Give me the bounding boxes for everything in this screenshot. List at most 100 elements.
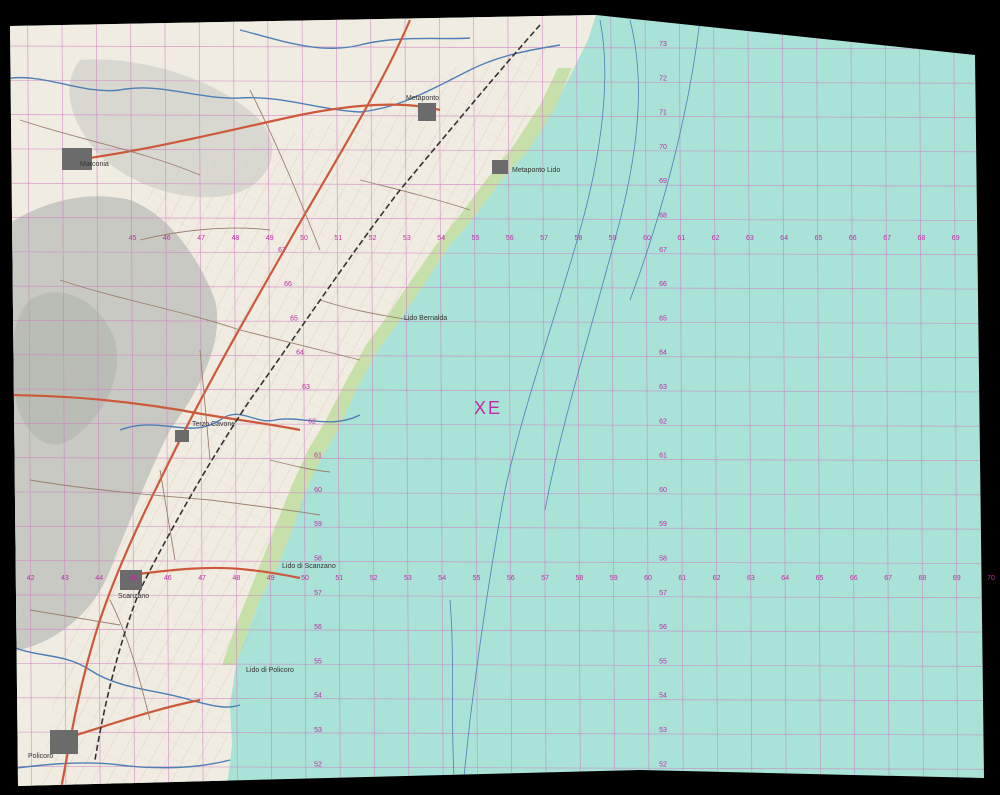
grid-label-easting-lower: 47 xyxy=(198,575,206,582)
grid-label-easting-upper: 61 xyxy=(677,235,685,242)
grid-label-easting-lower: 43 xyxy=(61,575,69,582)
grid-label-easting-upper: 67 xyxy=(883,235,891,242)
town-block-policoro xyxy=(50,730,78,754)
grid-label-easting-lower: 65 xyxy=(816,575,824,582)
grid-label-easting-lower: 66 xyxy=(850,575,858,582)
grid-label-easting-upper: 47 xyxy=(197,235,205,242)
grid-label-northing: 68 xyxy=(659,213,667,220)
grid-label-easting-lower: 67 xyxy=(884,575,892,582)
grid-label-easting-upper: 53 xyxy=(403,235,411,242)
grid-label-northing-coast: 65 xyxy=(290,315,298,322)
grid-label-northing-coast: 62 xyxy=(308,418,316,425)
grid-label-easting-lower: 42 xyxy=(27,575,35,582)
grid-label-northing-coast: 57 xyxy=(314,590,322,597)
grid-label-easting-lower: 70 xyxy=(987,575,995,582)
label-policoro: Policoro xyxy=(28,753,53,760)
grid-label-easting-upper: 52 xyxy=(369,235,377,242)
grid-label-northing-coast: 53 xyxy=(314,727,322,734)
label-marconia: Marconia xyxy=(80,161,109,168)
grid-label-easting-upper: 57 xyxy=(540,235,548,242)
grid-label-northing-coast: 61 xyxy=(314,453,322,460)
grid-label-easting-lower: 49 xyxy=(267,575,275,582)
grid-label-northing: 67 xyxy=(659,247,667,254)
grid-label-northing: 63 xyxy=(659,384,667,391)
grid-label-northing-coast: 63 xyxy=(302,384,310,391)
grid-label-easting-upper: 63 xyxy=(746,235,754,242)
grid-label-easting-lower: 59 xyxy=(610,575,618,582)
grid-label-northing: 59 xyxy=(659,521,667,528)
grid-label-easting-lower: 53 xyxy=(404,575,412,582)
grid-label-northing: 73 xyxy=(659,41,667,48)
grid-label-easting-upper: 56 xyxy=(506,235,514,242)
grid-label-northing: 54 xyxy=(659,693,667,700)
grid-label-northing: 62 xyxy=(659,418,667,425)
grid-label-northing: 71 xyxy=(659,110,667,117)
grid-label-easting-lower: 64 xyxy=(781,575,789,582)
grid-label-easting-upper: 60 xyxy=(643,235,651,242)
grid-label-easting-lower: 63 xyxy=(747,575,755,582)
grid-label-easting-upper: 46 xyxy=(163,235,171,242)
town-block-metaponto xyxy=(418,103,436,121)
grid-label-easting-lower: 52 xyxy=(370,575,378,582)
grid-label-easting-lower: 60 xyxy=(644,575,652,582)
grid-label-northing: 53 xyxy=(659,727,667,734)
grid-label-easting-lower: 69 xyxy=(953,575,961,582)
grid-label-easting-upper: 59 xyxy=(609,235,617,242)
grid-label-northing: 60 xyxy=(659,487,667,494)
town-block-terzo-cavone xyxy=(175,430,189,442)
grid-label-northing: 58 xyxy=(659,556,667,563)
grid-label-easting-upper: 48 xyxy=(232,235,240,242)
grid-label-northing-coast: 60 xyxy=(314,487,322,494)
grid-zone-label: XE xyxy=(474,398,502,418)
grid-label-easting-lower: 61 xyxy=(678,575,686,582)
grid-label-easting-lower: 48 xyxy=(233,575,241,582)
grid-label-northing-coast: 64 xyxy=(296,350,304,357)
grid-label-easting-upper: 64 xyxy=(780,235,788,242)
label-terzo-cavone: Terzo Cavone xyxy=(192,421,235,428)
grid-label-northing-coast: 66 xyxy=(284,281,292,288)
grid-label-easting-lower: 57 xyxy=(541,575,549,582)
grid-label-northing: 70 xyxy=(659,144,667,151)
grid-label-northing-coast: 54 xyxy=(314,693,322,700)
label-scanzano: Scanzano xyxy=(118,593,149,600)
grid-label-easting-lower: 55 xyxy=(473,575,481,582)
grid-label-easting-upper: 49 xyxy=(266,235,274,242)
grid-label-easting-upper: 51 xyxy=(334,235,342,242)
grid-label-northing-coast: 56 xyxy=(314,624,322,631)
grid-label-easting-lower: 45 xyxy=(130,575,138,582)
grid-label-northing: 57 xyxy=(659,590,667,597)
grid-label-easting-lower: 46 xyxy=(164,575,172,582)
grid-label-northing-coast: 67 xyxy=(278,247,286,254)
grid-label-easting-upper: 54 xyxy=(437,235,445,242)
grid-label-easting-upper: 55 xyxy=(472,235,480,242)
grid-label-easting-upper: 58 xyxy=(575,235,583,242)
label-lido-bernalda: Lido Bernalda xyxy=(404,315,447,322)
grid-label-northing-coast: 52 xyxy=(314,761,322,768)
grid-label-easting-upper: 65 xyxy=(815,235,823,242)
grid-label-northing-coast: 58 xyxy=(314,556,322,563)
grid-label-northing-coast: 59 xyxy=(314,521,322,528)
grid-label-northing-coast: 55 xyxy=(314,658,322,665)
grid-label-easting-lower: 50 xyxy=(301,575,309,582)
grid-label-easting-upper: 66 xyxy=(849,235,857,242)
topographic-map-sheet: Metaponto Metaponto Lido Marconia Scanza… xyxy=(0,0,1000,795)
grid-label-northing: 66 xyxy=(659,281,667,288)
label-lido-scanzano: Lido di Scanzano xyxy=(282,563,336,570)
label-lido-policoro: Lido di Policoro xyxy=(246,667,294,674)
grid-label-easting-upper: 45 xyxy=(129,235,137,242)
grid-label-easting-lower: 58 xyxy=(576,575,584,582)
grid-label-easting-lower: 54 xyxy=(438,575,446,582)
grid-label-easting-upper: 69 xyxy=(952,235,960,242)
grid-label-northing: 61 xyxy=(659,453,667,460)
grid-label-northing: 56 xyxy=(659,624,667,631)
grid-label-easting-lower: 44 xyxy=(95,575,103,582)
grid-label-easting-upper: 62 xyxy=(712,235,720,242)
grid-label-easting-lower: 56 xyxy=(507,575,515,582)
grid-label-easting-lower: 51 xyxy=(335,575,343,582)
grid-label-northing: 65 xyxy=(659,315,667,322)
grid-label-northing: 72 xyxy=(659,75,667,82)
grid-label-easting-upper: 68 xyxy=(918,235,926,242)
town-block-metaponto-lido xyxy=(492,160,508,174)
label-metaponto-lido: Metaponto Lido xyxy=(512,167,560,174)
grid-label-easting-lower: 68 xyxy=(919,575,927,582)
